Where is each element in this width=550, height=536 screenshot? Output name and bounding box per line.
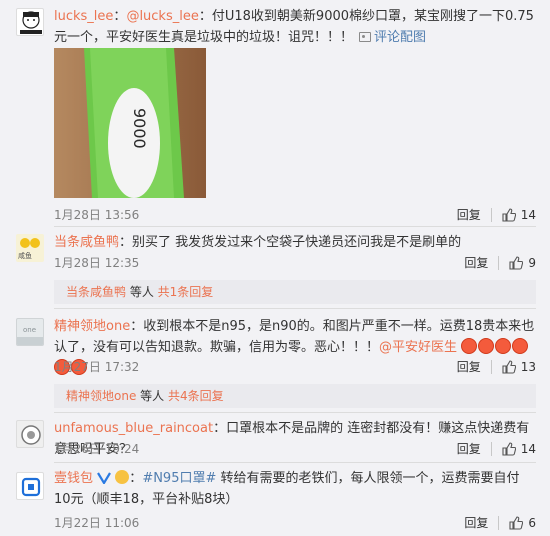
reply-button[interactable]: 回复 — [464, 254, 488, 271]
divider — [54, 412, 536, 413]
divider — [490, 207, 492, 222]
verified-v-icon — [97, 472, 112, 486]
divider — [54, 226, 536, 227]
view-replies-link[interactable]: 共1条回复 — [158, 285, 214, 299]
reply-author[interactable]: 精神领地one — [66, 389, 136, 403]
like-count: 9 — [528, 255, 536, 270]
reply-summary[interactable]: 精神领地one 等人 共4条回复 — [54, 384, 536, 408]
thumbs-up-icon — [502, 441, 516, 456]
comment-actions: 回复 13 — [457, 358, 536, 375]
like-count: 13 — [520, 359, 536, 374]
like-button[interactable]: 6 — [509, 516, 536, 530]
divider — [498, 255, 500, 270]
wallet-logo-icon — [21, 477, 41, 497]
like-button[interactable]: 9 — [509, 256, 536, 270]
divider — [54, 308, 536, 309]
timestamp: 1月27日 17:32 — [54, 360, 140, 374]
comment-1: lucks_lee：@lucks_lee：付U18收到朝美新9000棉纱口罩，某… — [0, 0, 550, 224]
comment-4: unfamous_blue_raincoat：口罩根本不是品牌的 连密封都没有！… — [0, 414, 550, 462]
svg-text:咸鱼: 咸鱼 — [18, 251, 32, 260]
comment-actions: 回复 14 — [457, 440, 536, 457]
reply-summary[interactable]: 当条咸鱼鸭 等人 共1条回复 — [54, 280, 536, 304]
landscape-avatar-icon: one — [17, 326, 43, 345]
like-button[interactable]: 14 — [502, 208, 536, 222]
svg-text:one: one — [23, 326, 36, 334]
comment-text: lucks_lee：@lucks_lee：付U18收到朝美新9000棉纱口罩，某… — [54, 9, 534, 45]
comment-actions: 回复 14 — [457, 206, 536, 223]
photo-icon — [359, 32, 372, 42]
comment-author[interactable]: 壹钱包 — [54, 471, 93, 486]
comment-2: 咸鱼 当条咸鱼鸭：别买了 我发货发过来个空袋子快递员还问我是不是刷单的 1月28… — [0, 228, 550, 308]
svg-text:9000: 9000 — [130, 108, 149, 149]
comment-3: one 精神领地one：收到根本不是n95，是n90的。和图片严重不一样。运费1… — [0, 310, 550, 410]
reply-button[interactable]: 回复 — [464, 514, 488, 531]
round-object-avatar-icon — [21, 425, 41, 445]
view-replies-link[interactable]: 共4条回复 — [168, 389, 224, 403]
timestamp: 1月26日 19:24 — [54, 442, 140, 456]
divider — [490, 441, 492, 456]
thumbs-up-icon — [509, 515, 524, 530]
cartoon-avatar-icon — [20, 11, 42, 34]
avatar[interactable] — [16, 472, 44, 500]
like-count: 14 — [520, 207, 536, 222]
thumbs-up-icon — [502, 207, 516, 222]
avatar[interactable]: one — [16, 318, 44, 346]
level-badge-icon — [115, 470, 130, 484]
photo-link[interactable]: 评论配图 — [374, 30, 426, 45]
avatar[interactable] — [16, 420, 44, 448]
comment-actions: 回复 9 — [464, 254, 536, 271]
comment-text: 当条咸鱼鸭：别买了 我发货发过来个空袋子快递员还问我是不是刷单的 — [54, 235, 462, 250]
topic-link[interactable]: #N95口罩# — [142, 471, 216, 486]
timestamp: 1月28日 12:35 — [54, 256, 140, 270]
thumbs-up-icon — [509, 255, 524, 270]
like-button[interactable]: 13 — [502, 360, 536, 374]
avatar[interactable]: 咸鱼 — [16, 234, 44, 262]
cartoon-avatar-icon: 咸鱼 — [18, 238, 40, 260]
comment-author[interactable]: unfamous_blue_raincoat — [54, 421, 213, 436]
reply-button[interactable]: 回复 — [457, 358, 481, 375]
comment-author[interactable]: 精神领地one — [54, 319, 130, 334]
like-count: 14 — [520, 441, 536, 456]
like-button[interactable]: 14 — [502, 442, 536, 456]
thumbs-up-icon — [502, 359, 516, 374]
mention-link[interactable]: @lucks_lee — [126, 9, 198, 24]
mask-package-image: 9000 — [84, 48, 184, 198]
divider — [490, 359, 492, 374]
divider — [54, 462, 536, 463]
avatar[interactable] — [16, 8, 44, 36]
comment-photo[interactable]: 9000 — [54, 48, 206, 198]
comment-author[interactable]: 当条咸鱼鸭 — [54, 235, 119, 250]
comment-text: 壹钱包 ：#N95口罩# 转给有需要的老铁们，每人限领一个，运费需要自付10元（… — [54, 470, 520, 507]
reply-author[interactable]: 当条咸鱼鸭 — [66, 285, 126, 299]
comment-author[interactable]: lucks_lee — [54, 9, 113, 24]
timestamp: 1月22日 11:06 — [54, 516, 140, 530]
reply-button[interactable]: 回复 — [457, 440, 481, 457]
like-count: 6 — [528, 515, 536, 530]
reply-button[interactable]: 回复 — [457, 206, 481, 223]
timestamp: 1月28日 13:56 — [54, 208, 140, 222]
divider — [498, 515, 500, 530]
comment-5: 壹钱包 ：#N95口罩# 转给有需要的老铁们，每人限领一个，运费需要自付10元（… — [0, 464, 550, 536]
comment-actions: 回复 6 — [464, 514, 536, 531]
mention-link[interactable]: @平安好医生 — [379, 340, 457, 355]
